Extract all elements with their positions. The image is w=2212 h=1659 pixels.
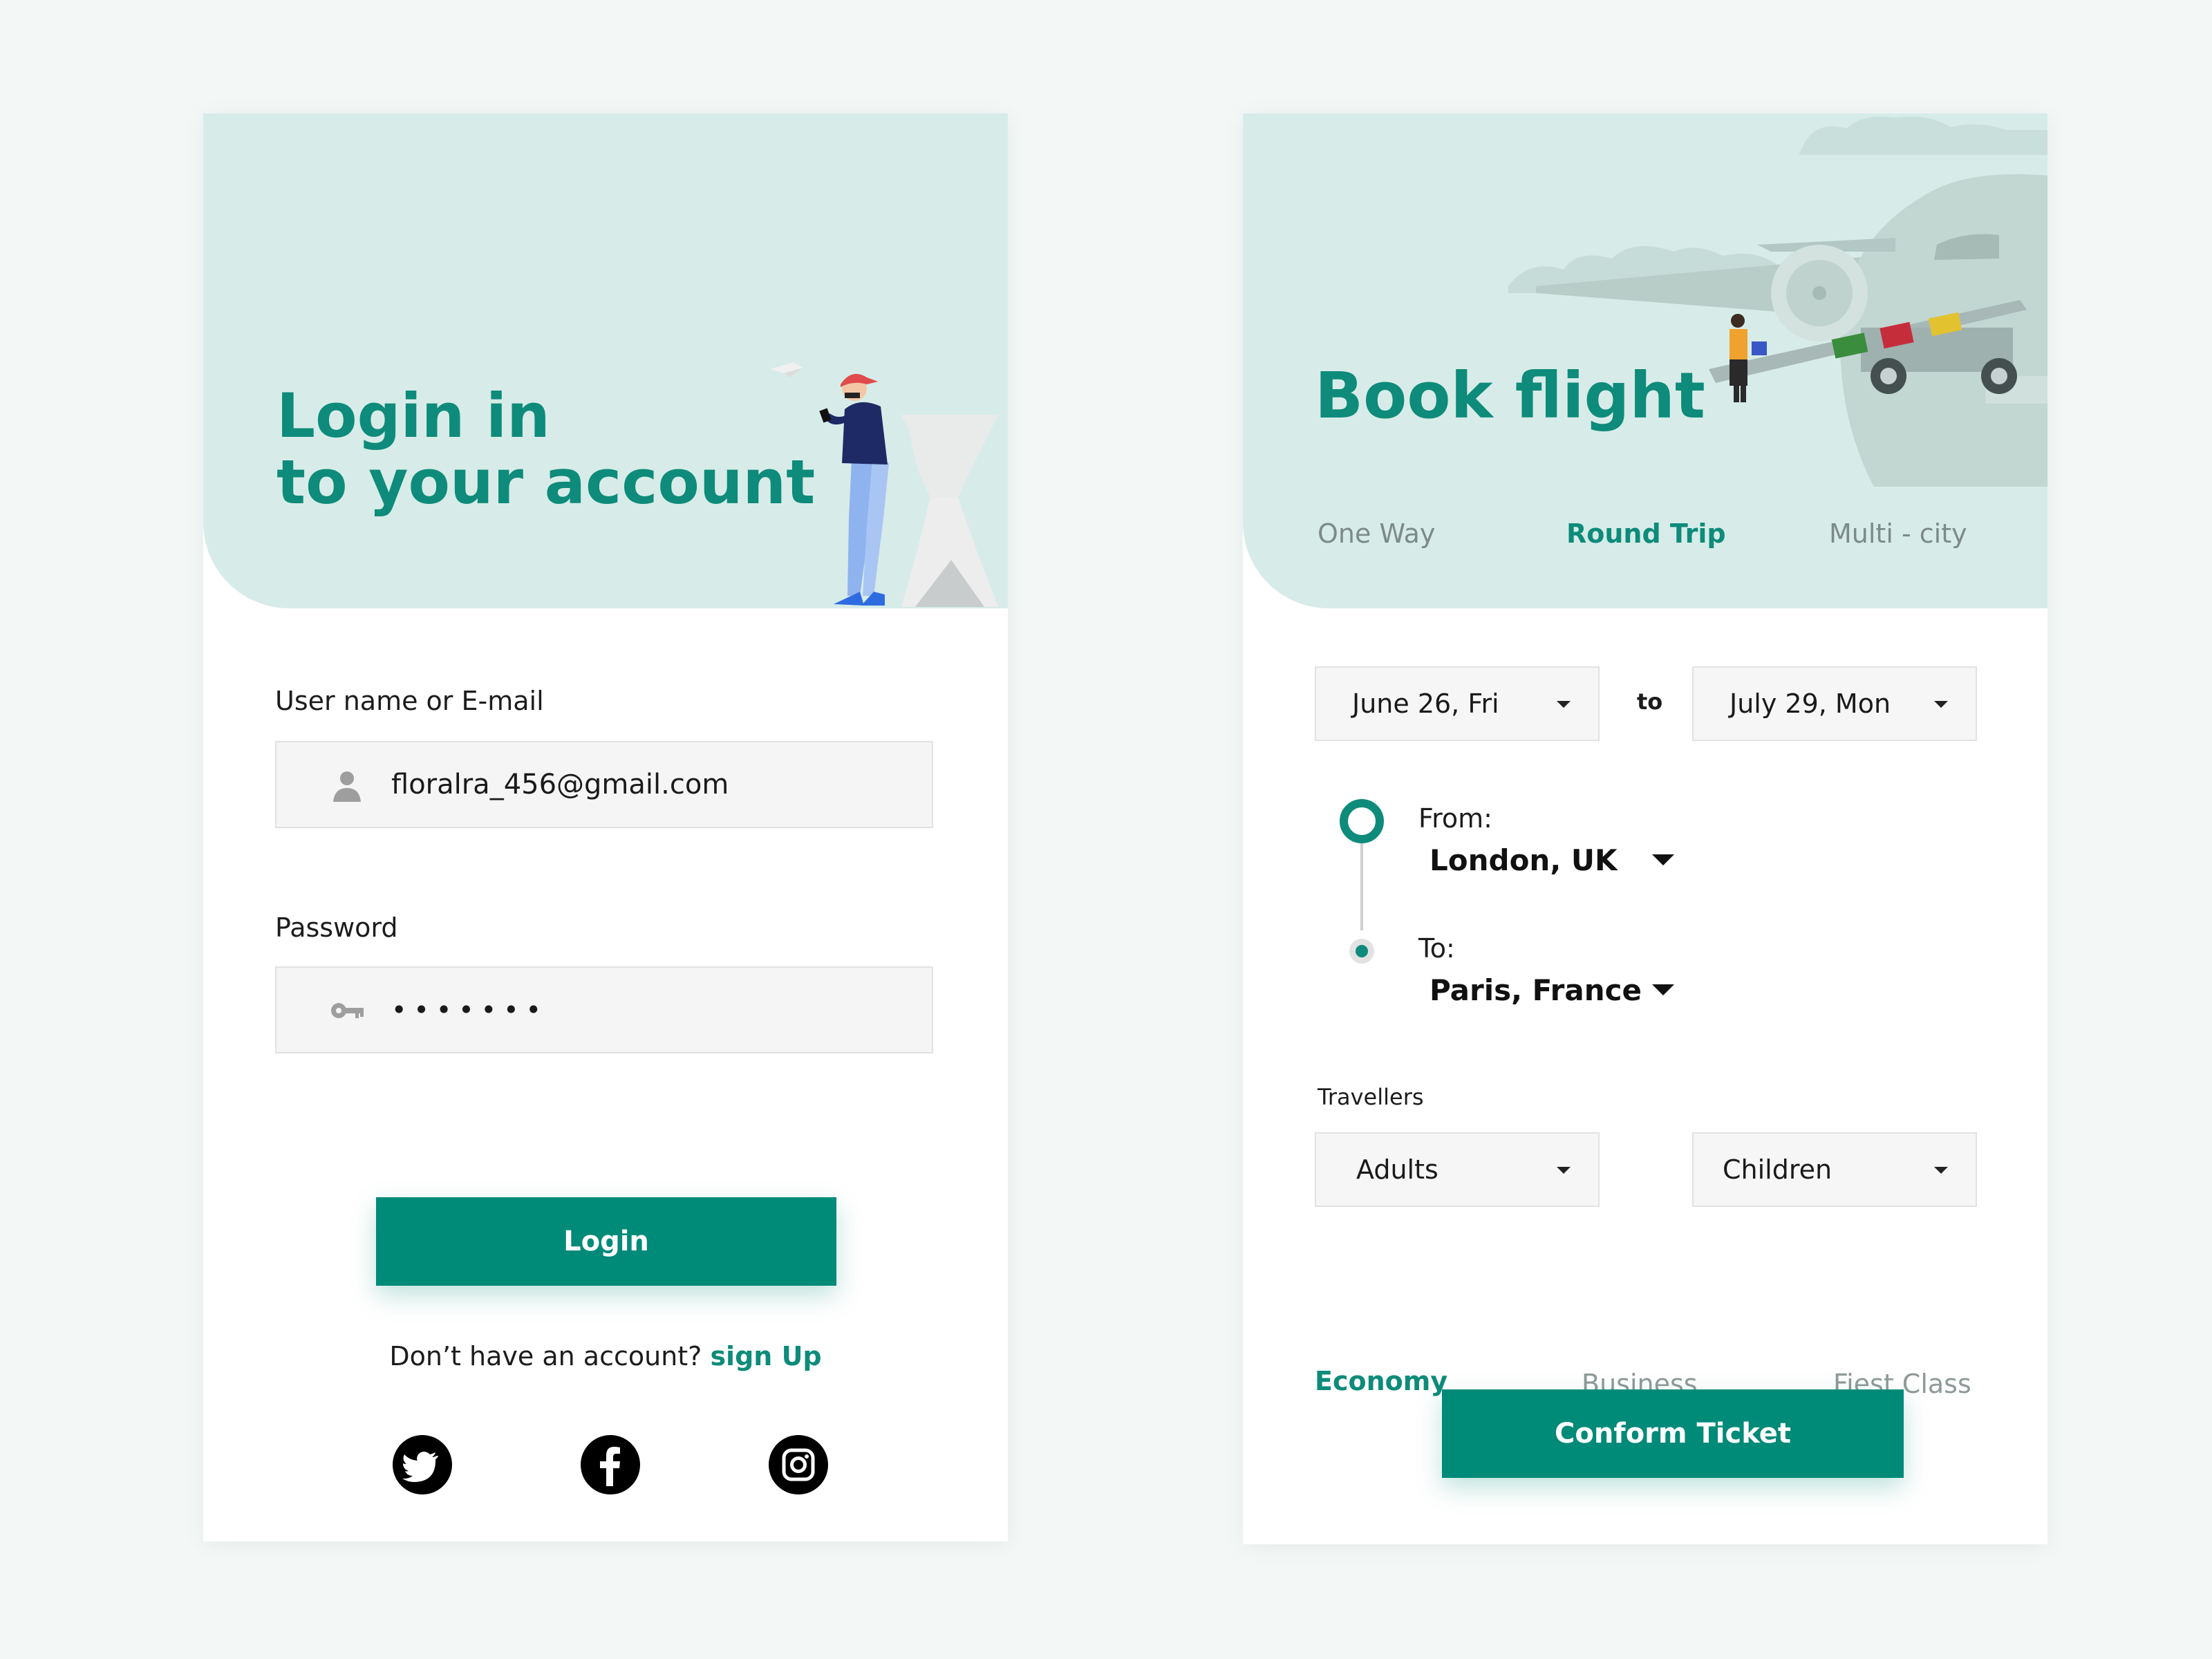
chevron-down-icon bbox=[1934, 1167, 1948, 1174]
signup-link[interactable]: sign Up bbox=[710, 1341, 821, 1371]
tab-multi-city[interactable]: Multi - city bbox=[1829, 518, 1967, 549]
to-separator: to bbox=[1637, 688, 1663, 715]
tab-one-way[interactable]: One Way bbox=[1318, 518, 1435, 549]
chevron-down-icon bbox=[1557, 701, 1571, 708]
login-title-line1: Login in bbox=[276, 380, 550, 451]
adults-dropdown[interactable]: Adults bbox=[1315, 1132, 1600, 1207]
depart-date-value: June 26, Fri bbox=[1352, 688, 1499, 719]
return-date-dropdown[interactable]: July 29, Mon bbox=[1692, 666, 1977, 741]
facebook-icon bbox=[600, 1447, 620, 1486]
login-card: Login in to your account User name or E-… bbox=[203, 113, 1008, 1541]
traveler-illustration bbox=[770, 362, 998, 607]
no-account-text: Don’t have an account? bbox=[389, 1341, 702, 1371]
depart-date-dropdown[interactable]: June 26, Fri bbox=[1315, 666, 1600, 741]
to-label: To: bbox=[1418, 933, 1455, 964]
tab-round-trip[interactable]: Round Trip bbox=[1566, 518, 1726, 549]
from-label: From: bbox=[1418, 803, 1492, 834]
login-hero: Login in to your account bbox=[203, 113, 1008, 608]
username-label: User name or E-mail bbox=[275, 686, 544, 716]
route-line bbox=[1340, 799, 1384, 964]
children-dropdown[interactable]: Children bbox=[1692, 1132, 1977, 1207]
instagram-icon bbox=[782, 1448, 815, 1481]
twitter-icon bbox=[402, 1452, 438, 1482]
class-economy[interactable]: Economy bbox=[1315, 1366, 1447, 1396]
adults-value: Adults bbox=[1356, 1154, 1438, 1185]
twitter-button[interactable] bbox=[393, 1435, 452, 1494]
chevron-down-icon bbox=[1557, 1167, 1571, 1174]
facebook-button[interactable] bbox=[581, 1435, 640, 1494]
confirm-ticket-button[interactable]: Conform Ticket bbox=[1442, 1389, 1904, 1478]
children-value: Children bbox=[1723, 1154, 1833, 1185]
login-button[interactable]: Login bbox=[376, 1197, 836, 1286]
password-label: Password bbox=[275, 912, 398, 943]
password-value[interactable]: ••••••• bbox=[391, 968, 548, 1052]
booking-card: Book flight One Way Round Trip Multi - c… bbox=[1243, 113, 2047, 1544]
from-chevron-down-icon[interactable] bbox=[1652, 854, 1674, 865]
to-chevron-down-icon[interactable] bbox=[1652, 984, 1674, 995]
user-icon bbox=[333, 771, 361, 802]
signup-row: Don’t have an account? sign Up bbox=[203, 1341, 1008, 1371]
return-date-value: July 29, Mon bbox=[1730, 688, 1891, 719]
booking-title: Book flight bbox=[1315, 359, 1705, 433]
chevron-down-icon bbox=[1934, 701, 1948, 708]
booking-hero: Book flight One Way Round Trip Multi - c… bbox=[1243, 113, 2047, 608]
key-icon bbox=[331, 1003, 364, 1018]
username-field[interactable]: floralra_456@gmail.com bbox=[275, 741, 933, 828]
travellers-label: Travellers bbox=[1318, 1084, 1424, 1110]
password-field[interactable]: ••••••• bbox=[275, 966, 933, 1053]
login-title-line2: to your account bbox=[276, 447, 816, 518]
to-city[interactable]: Paris, France bbox=[1430, 973, 1642, 1007]
login-title: Login in to your account bbox=[276, 383, 815, 516]
from-city[interactable]: London, UK bbox=[1430, 843, 1618, 877]
username-value[interactable]: floralra_456@gmail.com bbox=[391, 742, 729, 827]
instagram-button[interactable] bbox=[769, 1435, 828, 1494]
